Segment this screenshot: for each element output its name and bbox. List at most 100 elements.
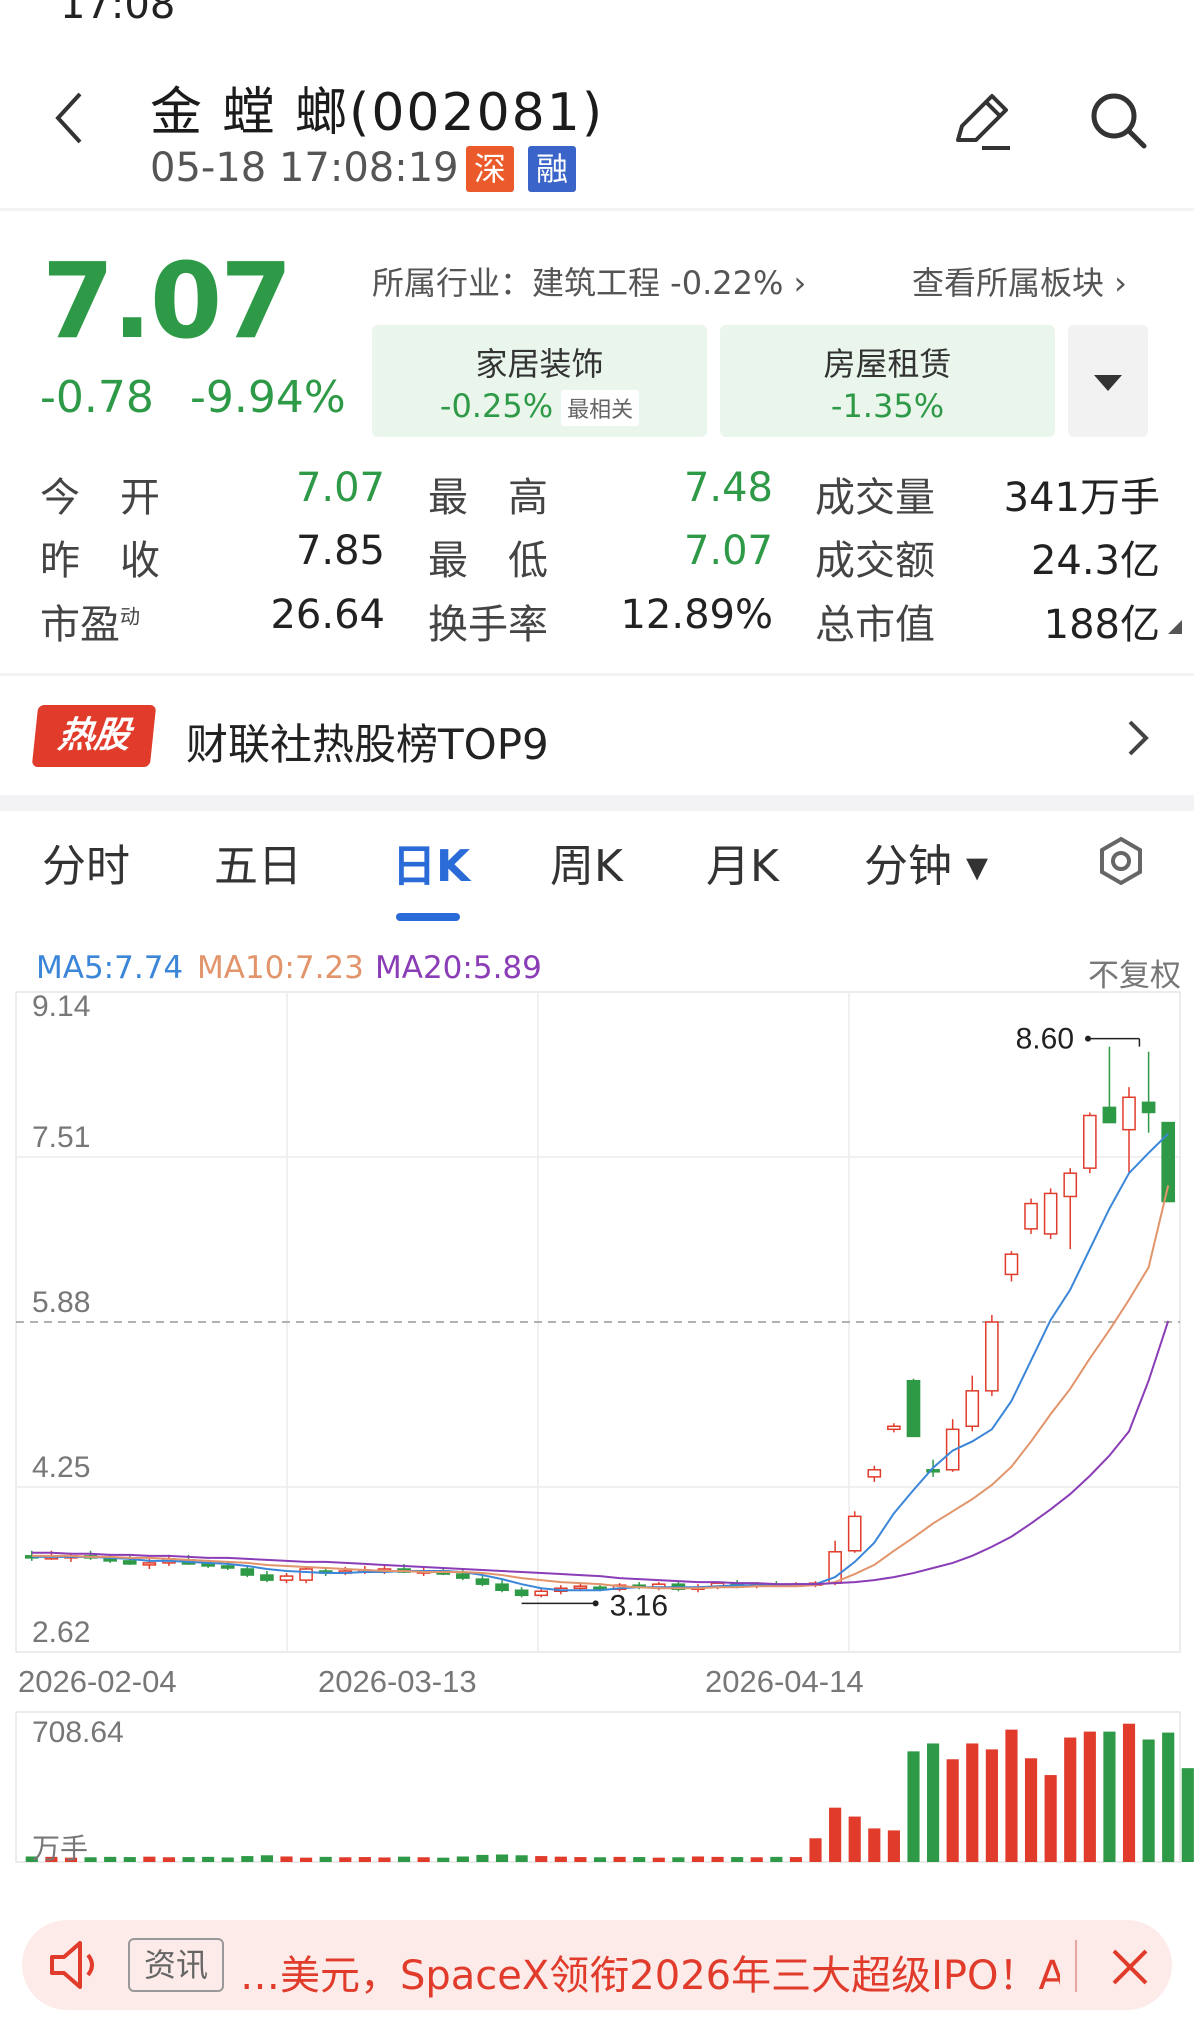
volume-bar	[789, 1857, 803, 1862]
candle-body	[279, 1575, 294, 1581]
stat-label: 最 高	[428, 475, 548, 521]
candle-body	[1004, 1253, 1019, 1276]
volume-unit-label: 万手	[32, 1833, 88, 1864]
candle-body	[201, 1563, 215, 1567]
volume-bar	[319, 1856, 332, 1862]
stat-label: 换手率	[428, 602, 548, 648]
volume-bar	[104, 1856, 117, 1862]
volume-bar	[829, 1807, 842, 1862]
tab-4[interactable]: 月K	[706, 830, 779, 894]
candle-body	[103, 1558, 117, 1562]
volume-bar	[691, 1856, 705, 1862]
sector-card-housing-rental[interactable]: 房屋租赁 -1.35%	[720, 325, 1055, 437]
volume-bar	[554, 1856, 567, 1862]
candle-body	[573, 1585, 588, 1589]
status-bar-fragment: 17:08	[60, 0, 176, 28]
candle-body	[456, 1573, 470, 1579]
candle-body	[1063, 1172, 1078, 1198]
close-icon	[1112, 1949, 1148, 1985]
volume-bar	[711, 1856, 724, 1862]
volume-bar	[907, 1751, 920, 1862]
tab-1[interactable]: 五日	[214, 830, 302, 894]
x-tick-label: 2026-04-14	[705, 1664, 864, 1699]
divider	[0, 673, 1194, 676]
volume-bar	[417, 1857, 430, 1862]
candle-body	[534, 1590, 549, 1597]
tab-3[interactable]: 周K	[550, 830, 623, 894]
volume-bar	[300, 1857, 313, 1862]
industry-link[interactable]: 所属行业：建筑工程 -0.22% ›	[372, 258, 806, 304]
volume-bar	[848, 1816, 861, 1862]
tab-5[interactable]: 分钟 ▾	[864, 830, 988, 894]
volume-bar	[574, 1857, 587, 1862]
view-sectors-link[interactable]: 查看所属板块 ›	[912, 258, 1127, 304]
candle-body	[220, 1565, 235, 1569]
sector-card-name: 房屋租赁	[823, 345, 952, 383]
news-headline[interactable]: …美元，SpaceX领衔2026年三大超级IPO！A股	[240, 1943, 1060, 2001]
tab-2[interactable]: 日K	[392, 830, 470, 894]
edit-button[interactable]	[948, 88, 1014, 154]
high-marker-dot	[1085, 1035, 1091, 1042]
search-button[interactable]	[1088, 90, 1150, 152]
volume-bar	[593, 1857, 607, 1862]
candle-body	[240, 1568, 255, 1576]
volume-bar	[1103, 1731, 1116, 1862]
volume-bar	[378, 1857, 391, 1862]
stat-label: 成交额	[815, 538, 935, 584]
stat-label-sup: 动	[120, 604, 140, 629]
candle-body	[1043, 1192, 1058, 1235]
stat-value: 7.07	[295, 465, 385, 511]
stat-label: 今 开	[40, 475, 160, 521]
volume-bar	[1064, 1737, 1077, 1862]
stat-value: 26.64	[270, 592, 385, 638]
candle-body	[260, 1574, 274, 1581]
stat-label: 成交量	[815, 475, 935, 521]
sector-card-home-decor[interactable]: 家居装饰 -0.25% 最相关	[372, 325, 707, 437]
volume-bar	[221, 1857, 234, 1862]
volume-bar	[1044, 1775, 1057, 1862]
volume-bar	[770, 1856, 783, 1862]
chevron-left-icon	[55, 92, 82, 144]
volume-bar	[437, 1857, 450, 1862]
divider	[0, 795, 1194, 811]
volume-bar	[652, 1857, 665, 1862]
stat-label: 最 低	[428, 538, 548, 584]
volume-bar	[162, 1857, 176, 1862]
volume-max-label: 708.64	[32, 1716, 124, 1749]
volume-bar	[202, 1856, 215, 1862]
volume-bar	[339, 1857, 352, 1862]
stat-label: 昨 收	[40, 538, 160, 584]
expand-sectors-button[interactable]	[1068, 325, 1148, 437]
volume-bar	[123, 1857, 136, 1862]
kline-chart[interactable]: 9.14 7.51 5.88 4.25 2.62 8.60 3.16 2026-02-04 20…	[0, 980, 1194, 1880]
stat-value: 7.85	[295, 528, 385, 574]
back-button[interactable]	[50, 88, 90, 148]
speaker-icon	[50, 1941, 94, 1989]
sector-card-pct: -1.35%	[830, 387, 945, 425]
divider	[0, 208, 1194, 211]
stat-value: 7.48	[683, 465, 773, 511]
chart-settings-button[interactable]	[1096, 836, 1146, 886]
tab-0[interactable]: 分时	[42, 830, 130, 894]
volume-bar	[143, 1856, 156, 1862]
volume-bar	[1162, 1732, 1175, 1862]
hot-stocks-row[interactable]: 热股 财联社热股榜TOP9	[0, 680, 1194, 790]
volume-bar	[1083, 1731, 1096, 1862]
settings-hexagon-icon	[1100, 836, 1142, 886]
low-marker-dot	[592, 1600, 599, 1607]
close-news-button[interactable]	[1108, 1945, 1152, 1989]
high-price-label: 8.60	[1016, 1023, 1074, 1056]
volume-bar	[1142, 1739, 1155, 1862]
current-price: 7.07	[42, 240, 293, 362]
quote-timestamp: 05-18 17:08:19	[150, 145, 459, 191]
volume-bar	[535, 1856, 548, 1862]
volume-bar	[1005, 1729, 1018, 1862]
x-tick-label: 2026-03-13	[318, 1664, 477, 1699]
pencil-icon	[956, 94, 1010, 150]
candle-body	[1122, 1096, 1136, 1131]
chevron-right-icon	[1128, 720, 1149, 756]
stat-value: 7.07	[683, 528, 773, 574]
volume-bar	[613, 1856, 626, 1862]
volume-bar	[476, 1854, 489, 1862]
news-category-tag: 资讯	[128, 1938, 224, 1992]
